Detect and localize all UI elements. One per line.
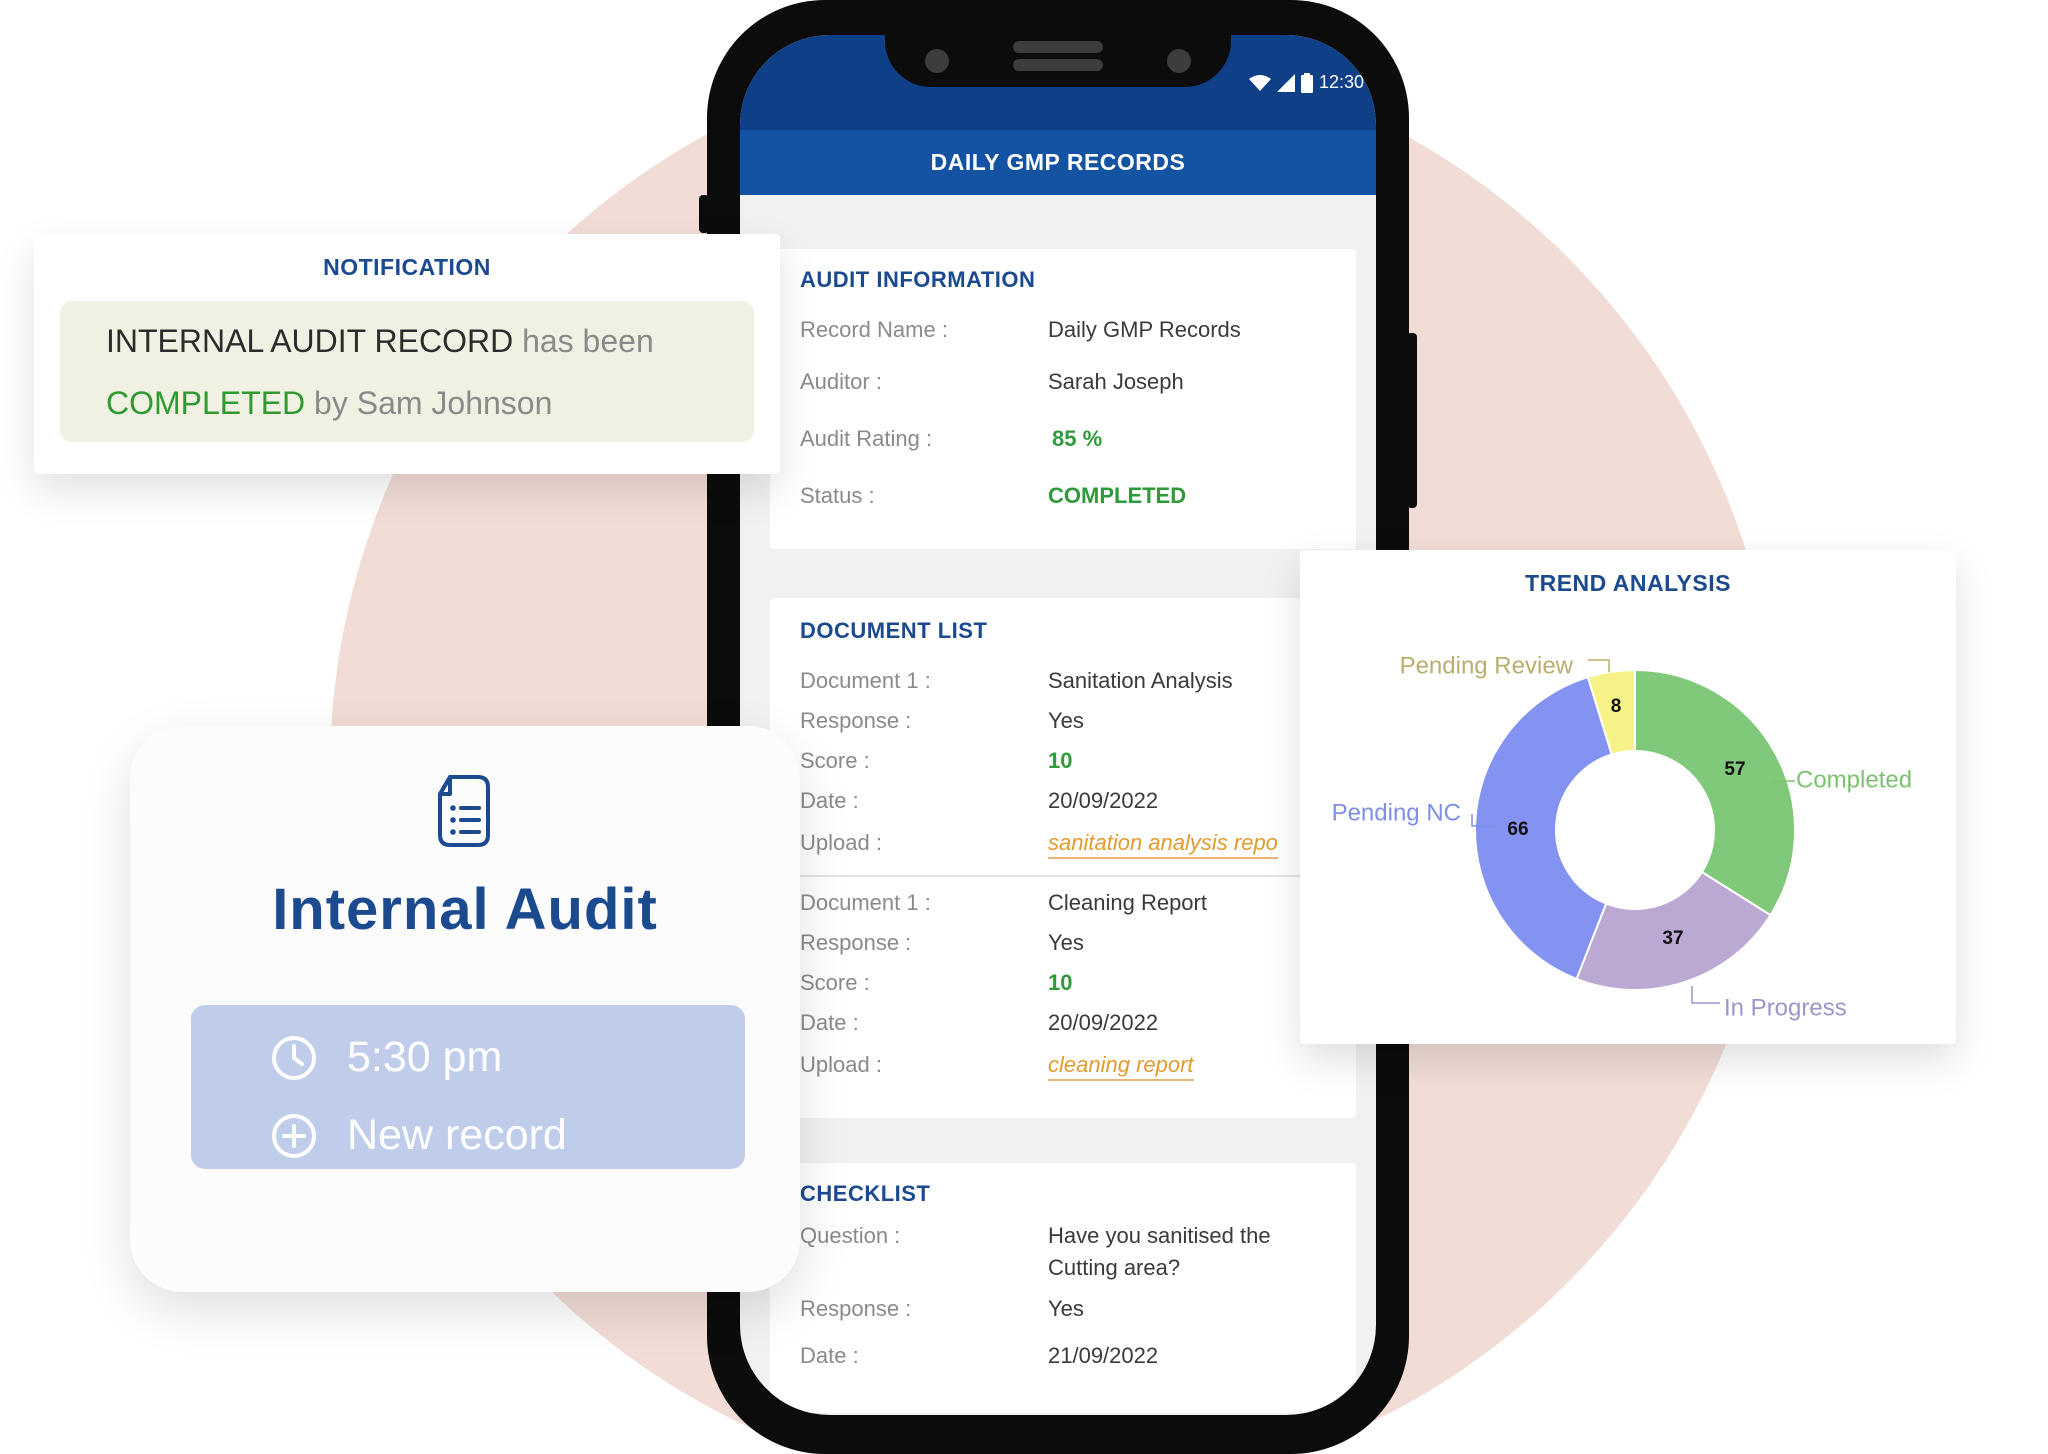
- notification-record: INTERNAL AUDIT RECORD: [106, 323, 514, 359]
- notification-title: NOTIFICATION: [323, 254, 491, 280]
- new-record-label: New record: [347, 1111, 567, 1159]
- score-label: Score :: [800, 748, 870, 773]
- legend-label-in-progress: In Progress: [1724, 994, 1847, 1021]
- notification-line-1: INTERNAL AUDIT RECORD has been: [106, 323, 654, 360]
- donut-value-label: 37: [1662, 928, 1683, 949]
- record-name-label: Record Name :: [800, 317, 948, 342]
- donut-chart: 57 Completed 37 In Progress 66 Pending NC 8 Pen…: [1332, 652, 1912, 1021]
- question-value-line1: Have you sanitised the: [1048, 1223, 1271, 1248]
- status-label: Status :: [800, 483, 875, 508]
- speaker-grille: [1013, 59, 1103, 71]
- notification-line-2: COMPLETED by Sam Johnson: [106, 385, 552, 422]
- status-value: COMPLETED: [1048, 483, 1187, 508]
- date-value: 21/09/2022: [1048, 1343, 1159, 1368]
- schedule-time-row: 5:30 pm: [271, 1033, 502, 1082]
- camera-icon: [1167, 49, 1191, 73]
- donut-value-label: 8: [1611, 696, 1622, 717]
- trend-analysis-card: TREND ANALYSIS 57 Completed 37 In Progress 6…: [1300, 550, 1956, 1044]
- date-label: Date :: [800, 1343, 859, 1368]
- notification-message[interactable]: INTERNAL AUDIT RECORD has been COMPLETED…: [60, 301, 754, 442]
- camera-icon: [925, 49, 949, 73]
- notification-has-been: has been: [522, 323, 654, 359]
- notification-status: COMPLETED: [106, 385, 306, 421]
- document-label: Document 1 :: [800, 668, 931, 693]
- status-bar: 12:30: [740, 35, 1376, 130]
- document-value: Sanitation Analysis: [1048, 668, 1233, 693]
- donut-value-label: 57: [1724, 759, 1745, 780]
- score-value: 10: [1048, 970, 1073, 995]
- app-header: DAILY GMP RECORDS: [740, 130, 1376, 195]
- response-label: Response :: [800, 930, 912, 955]
- document-list-card: DOCUMENT LIST Document 1 : Sanitation An…: [770, 598, 1356, 1118]
- upload-link[interactable]: cleaning report: [1048, 1052, 1194, 1081]
- legend-leader-line: [1588, 659, 1610, 672]
- speaker-grille: [1013, 41, 1103, 53]
- audit-info-title: AUDIT INFORMATION: [800, 267, 1036, 292]
- audit-schedule-box: 5:30 pm New record: [191, 1005, 745, 1169]
- document-list-icon: [438, 775, 490, 847]
- phone-screen: 12:30 DAILY GMP RECORDS AUDIT INFORMATIO…: [740, 35, 1376, 1415]
- response-label: Response :: [800, 1296, 912, 1321]
- audit-info-card: AUDIT INFORMATION Record Name : Daily GM…: [770, 249, 1356, 549]
- score-value: 10: [1048, 748, 1073, 773]
- date-value: 20/09/2022: [1048, 788, 1159, 813]
- notification-by: by Sam Johnson: [314, 385, 553, 421]
- record-name-value: Daily GMP Records: [1048, 317, 1241, 342]
- auditor-label: Auditor :: [800, 369, 882, 394]
- document-label: Document 1 :: [800, 890, 931, 915]
- phone-side-button: [699, 195, 709, 233]
- document-list-title: DOCUMENT LIST: [800, 618, 988, 643]
- checklist-card: CHECKLIST Question : Have you sanitised …: [770, 1163, 1356, 1413]
- new-record-button[interactable]: New record: [271, 1111, 567, 1160]
- status-icons: 12:30: [1248, 72, 1364, 93]
- response-value: Yes: [1048, 930, 1084, 955]
- donut-slice-completed: [1634, 668, 1796, 917]
- legend-leader-line: [1691, 986, 1720, 1004]
- auditor-value: Sarah Joseph: [1048, 369, 1184, 394]
- question-label: Question :: [800, 1223, 901, 1248]
- audit-rating-value: 85 %: [1052, 426, 1103, 451]
- checklist-title: CHECKLIST: [800, 1181, 931, 1206]
- app-title: DAILY GMP RECORDS: [930, 149, 1186, 175]
- donut-slice-pending-nc: [1474, 675, 1613, 981]
- add-circle-icon: [272, 1113, 316, 1158]
- document-value: Cleaning Report: [1048, 890, 1207, 915]
- legend-label-pending-nc: Pending NC: [1332, 799, 1461, 826]
- internal-audit-title: Internal Audit: [272, 877, 658, 942]
- date-label: Date :: [800, 788, 859, 813]
- donut-value-label: 66: [1507, 819, 1528, 840]
- battery-icon: [1300, 72, 1313, 93]
- schedule-time: 5:30 pm: [347, 1033, 503, 1081]
- response-value: Yes: [1048, 1296, 1084, 1321]
- phone-notch: [885, 35, 1231, 87]
- signal-icon: [1276, 73, 1295, 92]
- phone-power-button: [1407, 333, 1417, 508]
- status-time: 12:30: [1318, 72, 1364, 92]
- notification-card: NOTIFICATION INTERNAL AUDIT RECORD has b…: [34, 234, 780, 474]
- response-value: Yes: [1048, 708, 1084, 733]
- legend-label-pending-review: Pending Review: [1400, 652, 1574, 679]
- score-label: Score :: [800, 970, 870, 995]
- date-label: Date :: [800, 1010, 859, 1035]
- upload-label: Upload :: [800, 1052, 882, 1077]
- legend-label-completed: Completed: [1796, 766, 1912, 793]
- internal-audit-card: Internal Audit 5:30 pm New record: [130, 726, 800, 1292]
- date-value: 20/09/2022: [1048, 1010, 1159, 1035]
- response-label: Response :: [800, 708, 912, 733]
- question-value-line2: Cutting area?: [1048, 1255, 1181, 1280]
- upload-link[interactable]: sanitation analysis repo: [1048, 830, 1278, 859]
- clock-icon: [272, 1035, 316, 1080]
- document-divider: [800, 875, 1356, 877]
- wifi-icon: [1248, 74, 1271, 91]
- audit-rating-label: Audit Rating :: [800, 426, 933, 451]
- upload-label: Upload :: [800, 830, 882, 855]
